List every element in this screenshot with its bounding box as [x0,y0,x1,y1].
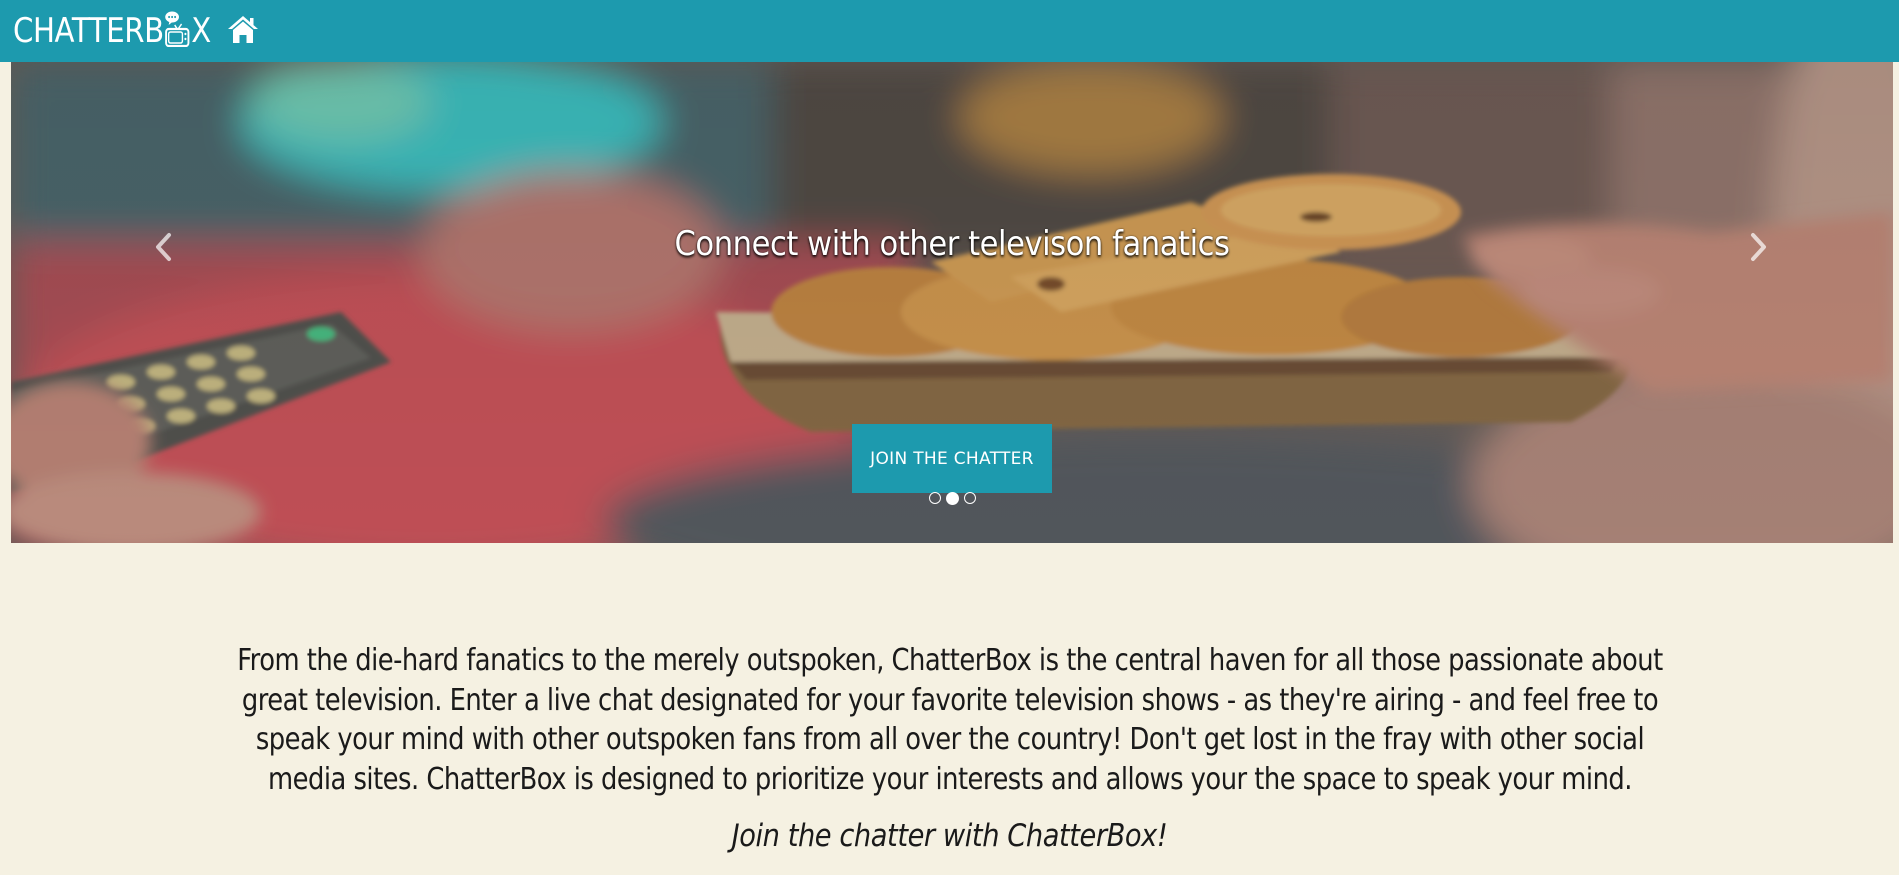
home-icon [228,16,258,43]
carousel-indicator-2[interactable] [945,491,959,505]
tv-chat-bubble-icon [165,11,191,48]
chevron-right-icon [1751,233,1766,261]
top-navbar: CHATTERB X [0,0,1899,62]
brand-logo[interactable]: CHATTERB X [13,11,211,51]
chevron-left-icon [156,233,171,261]
carousel-indicators [11,491,1893,505]
carousel-prev-button[interactable] [144,222,184,272]
carousel-next-button[interactable] [1738,222,1778,272]
carousel-indicator-1[interactable] [928,492,941,504]
join-the-chatter-button[interactable]: JOIN THE CHATTER [852,424,1052,493]
carousel-indicator-3[interactable] [963,492,976,504]
intro-paragraph: From the die-hard fanatics to the merely… [237,643,1663,798]
brand-text-suffix: X [191,11,211,51]
hero-caption: Connect with other televison fanatics [674,224,1230,264]
hero-carousel: Connect with other televison fanatics JO… [11,62,1893,543]
brand-text-prefix: CHATTERB [13,11,164,51]
tagline: Join the chatter with ChatterBox! [731,818,1168,854]
home-link[interactable] [226,13,260,45]
